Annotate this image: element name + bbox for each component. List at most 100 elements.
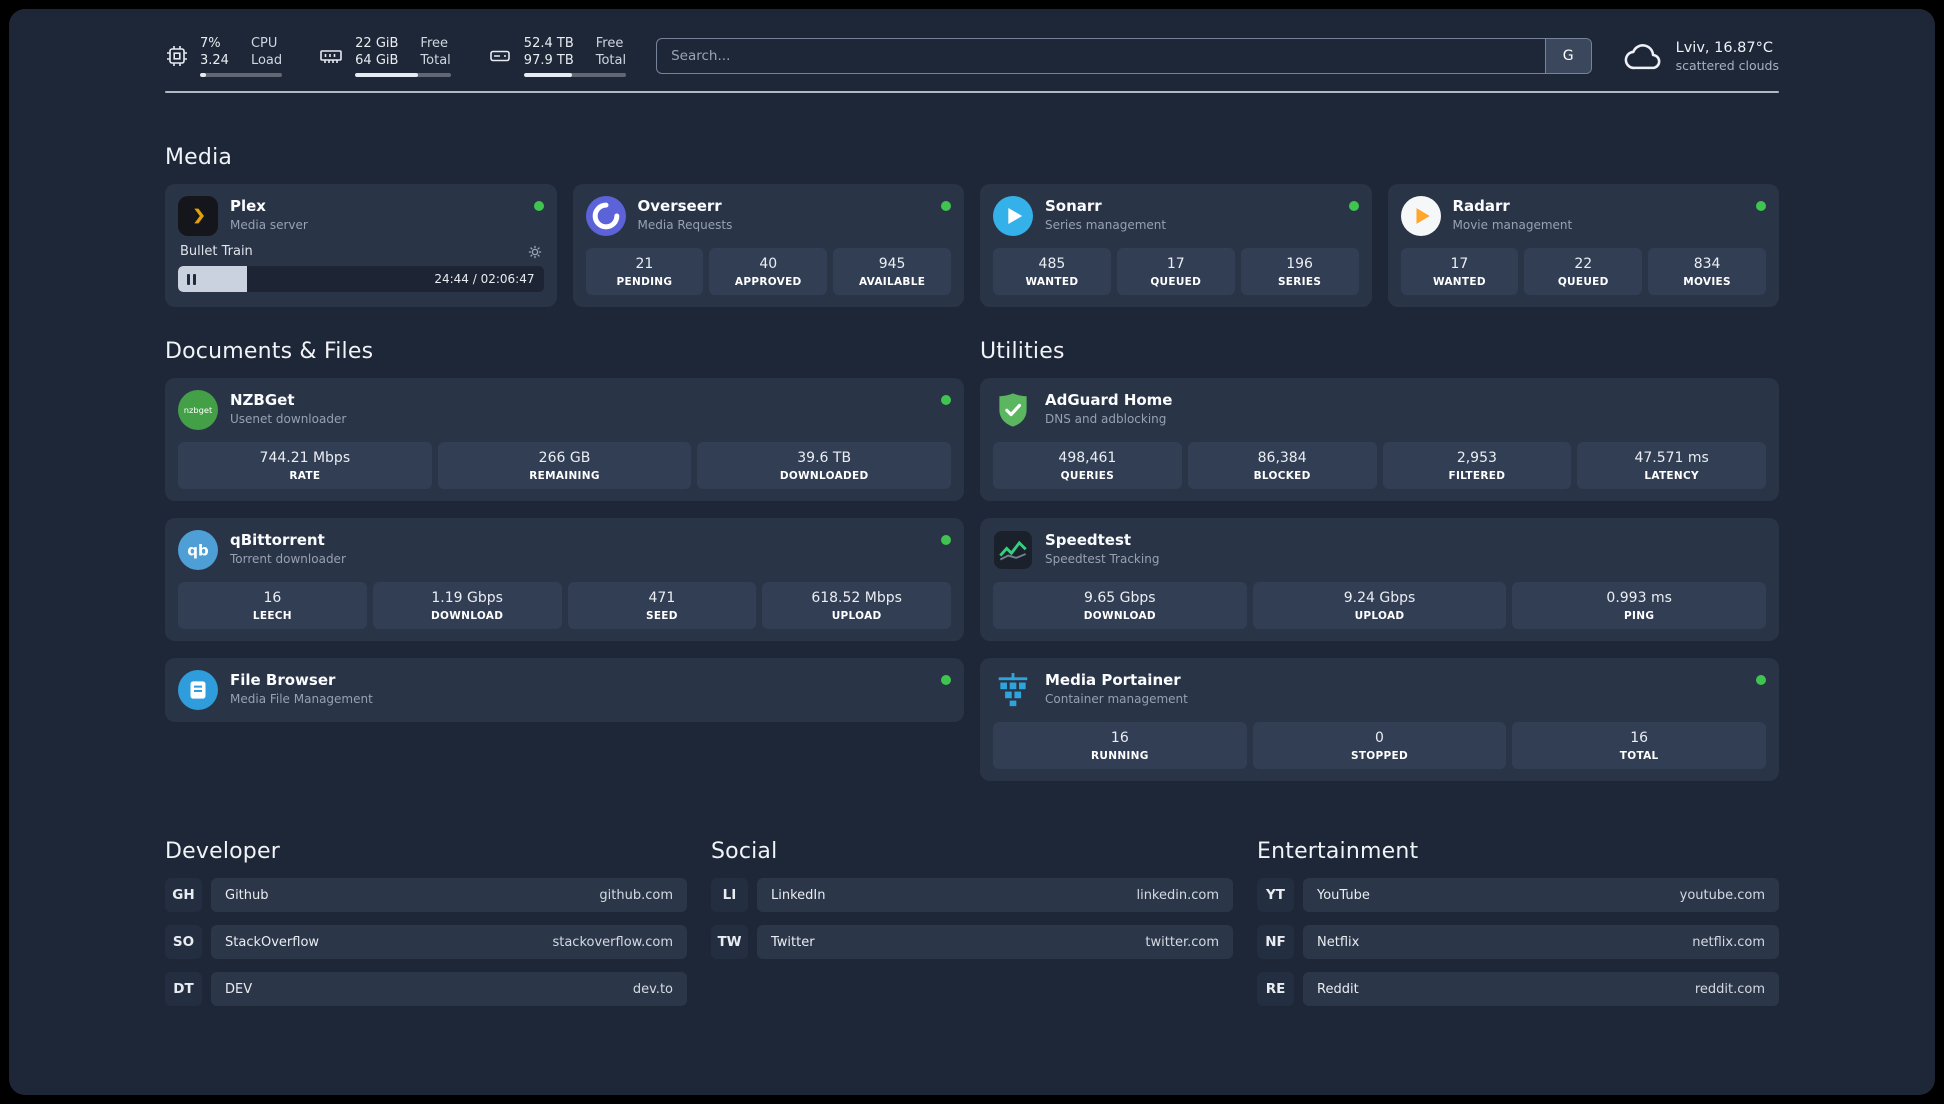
card-titles: Sonarr Series management	[1045, 196, 1337, 232]
cpu-label-top: CPU	[250, 36, 278, 51]
stat-queued: 17 QUEUED	[1116, 248, 1235, 295]
hard-drive-icon	[487, 44, 513, 68]
stat-value: 17	[1450, 256, 1469, 272]
card-titles: qBittorrent Torrent downloader	[230, 530, 929, 566]
app-card-overseerr[interactable]: Overseerr Media Requests 21 PENDING 40 A…	[572, 184, 964, 307]
bookmark-netflix[interactable]: NF Netflix netflix.com	[1257, 925, 1779, 959]
disk-progress-bar	[523, 73, 627, 77]
documents-cards: nzbget NZBGet Usenet downloader 744.21 M…	[165, 378, 964, 722]
stat-label: UPLOAD	[1354, 610, 1405, 622]
app-card-sonarr[interactable]: Sonarr Series management 485 WANTED 17 Q…	[980, 184, 1372, 307]
status-online-dot	[941, 675, 951, 685]
section-title-social: Social	[711, 839, 778, 864]
stat-value: 16	[263, 590, 282, 606]
app-card-speedtest[interactable]: Speedtest Speedtest Tracking 9.65 Gbps D…	[980, 518, 1779, 641]
stat-label: QUERIES	[1060, 470, 1115, 482]
stat-value: 266 GB	[538, 450, 591, 466]
bookmark-bar[interactable]: Netflix netflix.com	[1303, 925, 1779, 959]
stats-row: 17 WANTED 22 QUEUED 834 MOVIES	[1400, 248, 1766, 295]
bookmark-linkedin[interactable]: LI LinkedIn linkedin.com	[711, 878, 1233, 912]
bookmark-bar[interactable]: YouTube youtube.com	[1303, 878, 1779, 912]
app-subtitle: DNS and adblocking	[1045, 412, 1167, 426]
playback-progress-bar[interactable]: 24:44 / 02:06:47	[178, 266, 544, 292]
now-playing-title: Bullet Train	[180, 244, 253, 259]
stat-available: 945 AVAILABLE	[833, 248, 951, 295]
stat-series: 196 SERIES	[1240, 248, 1359, 295]
status-online-dot	[941, 395, 951, 405]
stat-label: LEECH	[252, 610, 292, 622]
stat-wanted: 17 WANTED	[1400, 248, 1519, 295]
stat-label: TOTAL	[1619, 750, 1659, 762]
radarr-icon	[1400, 196, 1441, 236]
stat-download: 9.65 Gbps DOWNLOAD	[993, 582, 1247, 629]
app-card-plex[interactable]: Plex Media server Bullet Train 24:44 / 0…	[165, 184, 557, 307]
stat-queries: 498,461 QUERIES	[993, 442, 1182, 489]
stat-upload: 9.24 Gbps UPLOAD	[1252, 582, 1507, 629]
stat-filtered: 2,953 FILTERED	[1382, 442, 1572, 489]
cpu-label-bottom: Load	[250, 53, 283, 68]
bookmark-twitter[interactable]: TW Twitter twitter.com	[711, 925, 1233, 959]
section-title-developer: Developer	[165, 839, 280, 864]
stat-label: AVAILABLE	[858, 276, 926, 288]
app-subtitle: Series management	[1045, 218, 1167, 232]
disk-label-top: Free	[595, 36, 624, 51]
ram-widget-body: 22 GiB Free 64 GiB Total	[355, 35, 451, 77]
app-name: qBittorrent	[230, 531, 325, 549]
weather-widget: Lviv, 16.87°C scattered clouds	[1622, 39, 1779, 73]
app-card-qbittorrent[interactable]: qb qBittorrent Torrent downloader 16 LEE…	[165, 518, 964, 641]
bookmark-bar[interactable]: StackOverflow stackoverflow.com	[211, 925, 687, 959]
card-header: Speedtest Speedtest Tracking	[993, 530, 1766, 570]
bookmark-dev[interactable]: DT DEV dev.to	[165, 972, 687, 1006]
cpu-progress-bar	[200, 73, 283, 77]
app-card-nzbget[interactable]: nzbget NZBGet Usenet downloader 744.21 M…	[165, 378, 964, 501]
stat-rate: 744.21 Mbps RATE	[178, 442, 432, 489]
stat-value: 39.6 TB	[797, 450, 852, 466]
app-card-filebrowser[interactable]: File Browser Media File Management	[165, 658, 964, 722]
stat-downloaded: 39.6 TB DOWNLOADED	[697, 442, 951, 489]
stats-row: 16 RUNNING 0 STOPPED 16 TOTAL	[993, 722, 1766, 769]
bookmark-bar[interactable]: Twitter twitter.com	[757, 925, 1233, 959]
stat-queued: 22 QUEUED	[1524, 248, 1643, 295]
bookmark-github[interactable]: GH Github github.com	[165, 878, 687, 912]
bookmark-list: LI LinkedIn linkedin.com TW Twitter twit…	[711, 878, 1233, 959]
app-card-adguard[interactable]: AdGuard Home DNS and adblocking 498,461 …	[980, 378, 1779, 501]
stat-label: REMAINING	[529, 470, 600, 482]
app-card-portainer[interactable]: Media Portainer Container management 16 …	[980, 658, 1779, 781]
playback-time: 24:44 / 02:06:47	[434, 272, 535, 286]
bookmark-bar[interactable]: Github github.com	[211, 878, 687, 912]
stat-label: MOVIES	[1683, 276, 1731, 288]
bookmark-url: youtube.com	[1679, 887, 1765, 903]
card-header: Media Portainer Container management	[993, 670, 1766, 710]
bookmark-reddit[interactable]: RE Reddit reddit.com	[1257, 972, 1779, 1006]
disk-widget: 52.4 TB Free 97.9 TB Total	[487, 35, 627, 77]
bookmark-url: stackoverflow.com	[552, 934, 673, 950]
bookmark-list: YT YouTube youtube.com NF Netflix netfli…	[1257, 878, 1779, 1006]
disk-progress-fill	[523, 73, 572, 77]
stat-latency: 47.571 ms LATENCY	[1577, 442, 1766, 489]
gear-icon[interactable]	[528, 245, 542, 259]
stat-value: 1.19 Gbps	[431, 590, 503, 606]
card-titles: NZBGet Usenet downloader	[230, 390, 929, 426]
bookmark-bar[interactable]: LinkedIn linkedin.com	[757, 878, 1233, 912]
bookmark-abbr: LI	[711, 878, 748, 912]
app-subtitle: Usenet downloader	[230, 412, 347, 426]
nzbget-icon: nzbget	[178, 390, 218, 430]
app-card-radarr[interactable]: Radarr Movie management 17 WANTED 22 QUE…	[1387, 184, 1779, 307]
bookmark-url: github.com	[599, 887, 673, 903]
search-bar[interactable]: G	[656, 38, 1592, 74]
search-input[interactable]	[657, 39, 1545, 73]
section-title-media: Media	[165, 145, 233, 170]
bookmark-name: YouTube	[1317, 887, 1370, 903]
bookmark-list: GH Github github.com SO StackOverflow st…	[165, 878, 687, 1006]
utilities-cards: AdGuard Home DNS and adblocking 498,461 …	[980, 378, 1779, 781]
card-header: AdGuard Home DNS and adblocking	[993, 390, 1766, 430]
bookmark-youtube[interactable]: YT YouTube youtube.com	[1257, 878, 1779, 912]
search-engine-button[interactable]: G	[1544, 39, 1591, 73]
cpu-load-value: 3.24	[200, 53, 229, 68]
bookmark-bar[interactable]: DEV dev.to	[211, 972, 687, 1006]
sonarr-icon	[993, 196, 1033, 236]
bookmark-abbr: GH	[165, 878, 202, 912]
bookmark-stackoverflow[interactable]: SO StackOverflow stackoverflow.com	[165, 925, 687, 959]
pause-icon[interactable]	[187, 273, 196, 285]
bookmark-bar[interactable]: Reddit reddit.com	[1303, 972, 1779, 1006]
